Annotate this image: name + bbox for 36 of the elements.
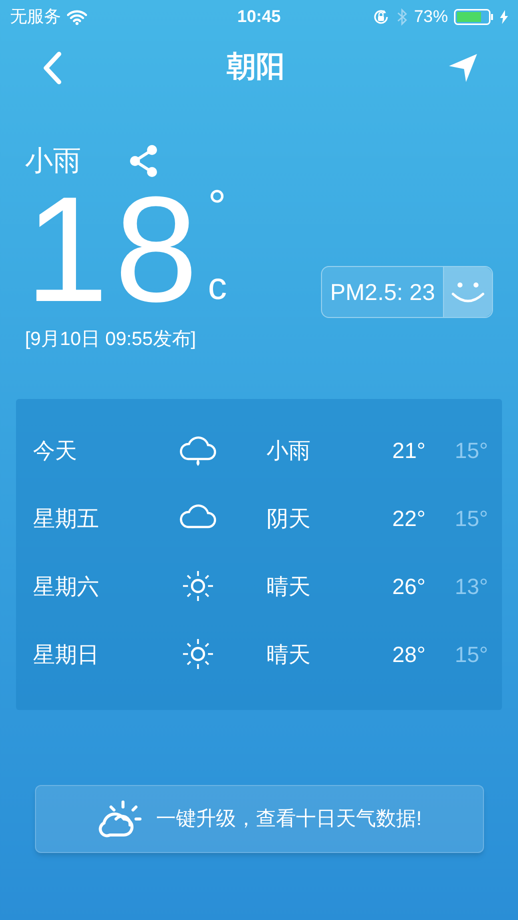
high-temp: 28°: [392, 640, 427, 668]
low-temp: 15°: [454, 504, 488, 532]
publish-time: [9月10日 09:55发布]: [25, 329, 196, 350]
high-temp: 26°: [392, 572, 427, 600]
day-label: 星期六: [33, 572, 100, 600]
rotation-lock-icon: [372, 8, 390, 26]
city-title: 朝阳: [227, 50, 285, 86]
low-temp: 13°: [454, 572, 488, 600]
high-temp: 22°: [392, 504, 427, 532]
condition-label: 阴天: [266, 504, 312, 532]
battery-percent: 73%: [414, 6, 448, 28]
clock-text: 10:45: [237, 6, 281, 28]
temperature-text: 18: [25, 184, 204, 314]
day-label: 今天: [33, 436, 78, 464]
low-temp: 15°: [454, 436, 488, 464]
condition-label: 晴天: [266, 572, 312, 600]
carrier-text: 无服务: [10, 6, 61, 28]
degree-symbol: °: [208, 186, 227, 226]
share-button[interactable]: [129, 144, 159, 178]
condition-label: 小雨: [266, 436, 312, 464]
low-temp: 15°: [454, 640, 488, 668]
battery-icon: [454, 9, 494, 25]
unit-text: c: [208, 268, 227, 306]
day-label: 星期日: [33, 640, 100, 668]
upgrade-button[interactable]: 一键升级，查看十日天气数据!: [34, 785, 484, 853]
charging-icon: [500, 10, 508, 24]
bluetooth-icon: [396, 8, 408, 26]
condition-text: 小雨: [25, 144, 81, 178]
high-temp: 21°: [392, 436, 427, 464]
partly-cloudy-icon: [96, 799, 142, 839]
condition-label: 晴天: [266, 640, 312, 668]
aqi-panel[interactable]: PM2.5: 23: [321, 266, 493, 318]
smiley-icon: [451, 280, 485, 304]
day-label: 星期五: [33, 504, 100, 532]
pm25-text: PM2.5: 23: [322, 267, 444, 317]
wifi-icon: [67, 10, 87, 24]
